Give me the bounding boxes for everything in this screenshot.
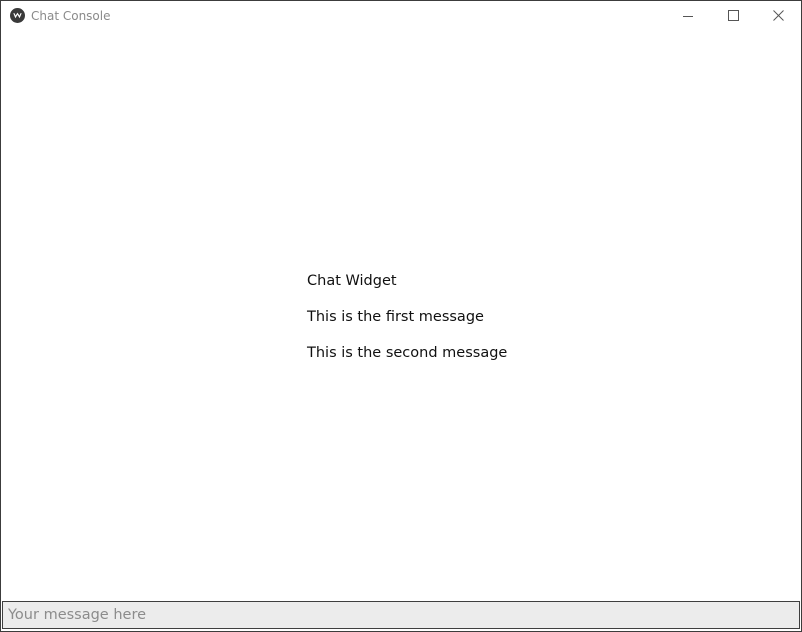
title-bar[interactable]: Chat Console xyxy=(1,1,801,31)
chat-widget-heading: Chat Widget xyxy=(307,273,397,289)
window-title: Chat Console xyxy=(31,9,111,23)
chat-message: This is the first message xyxy=(307,309,484,325)
chat-message: This is the second message xyxy=(307,345,508,361)
message-input-container xyxy=(2,601,800,629)
maximize-icon xyxy=(728,10,739,21)
close-icon xyxy=(773,10,784,21)
maximize-button[interactable] xyxy=(710,1,756,31)
chat-message-area: Chat Widget This is the first message Th… xyxy=(1,31,801,601)
close-button[interactable] xyxy=(755,1,801,31)
app-logo-icon xyxy=(10,8,25,23)
minimize-icon xyxy=(683,16,693,17)
message-input[interactable] xyxy=(3,602,798,628)
chat-console-window: Chat Console Chat Widget This is the fir… xyxy=(0,0,802,632)
minimize-button[interactable] xyxy=(664,1,710,31)
